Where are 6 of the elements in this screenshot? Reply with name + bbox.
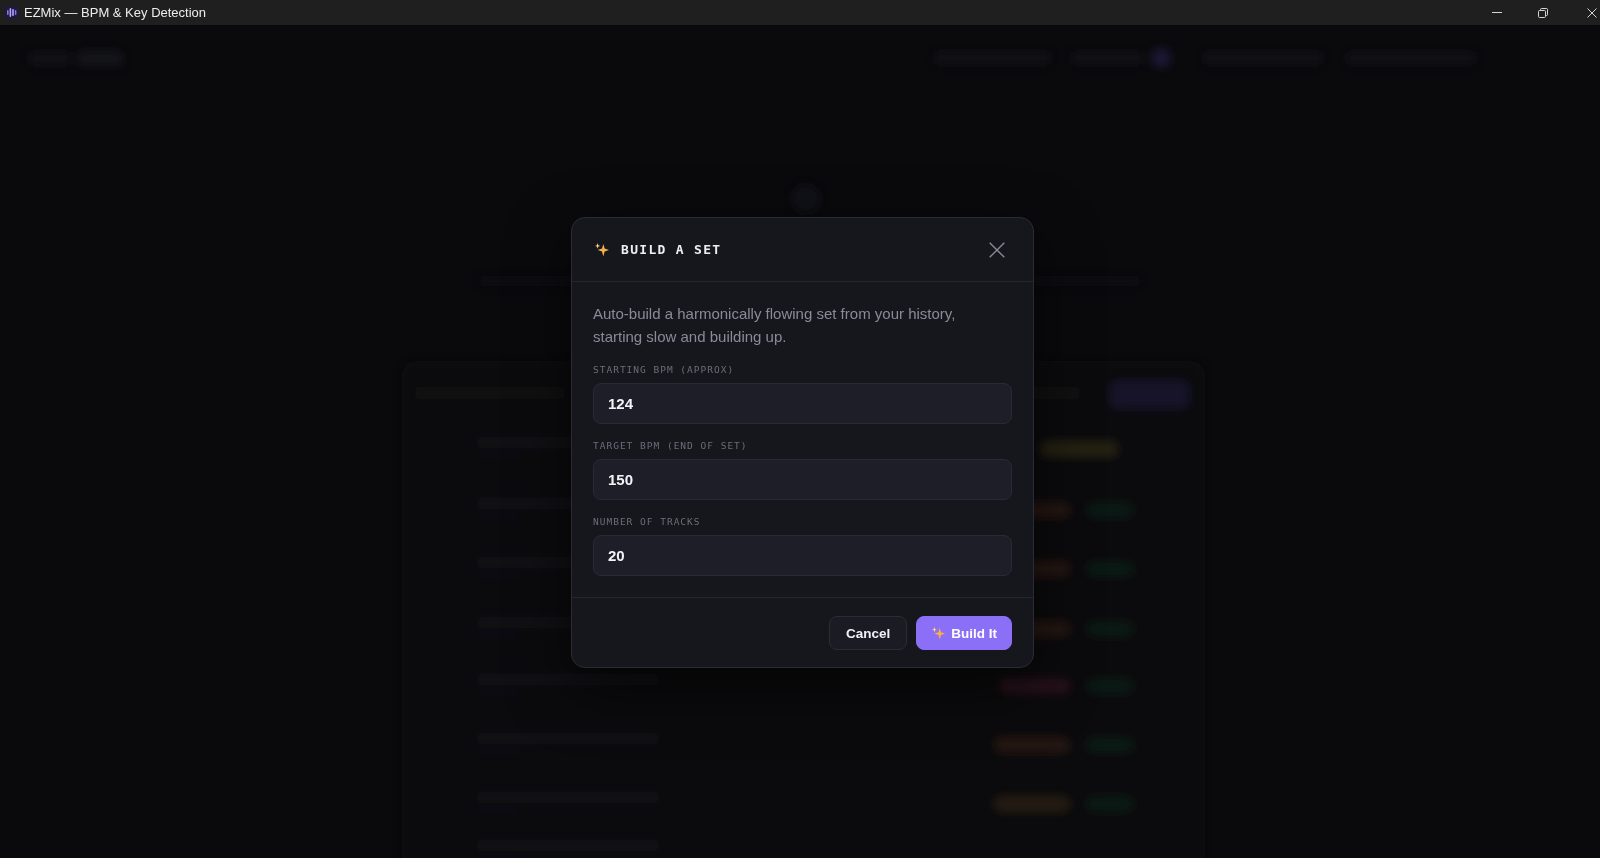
field-label: STARTING BPM (APPROX): [593, 363, 735, 377]
field-label: TARGET BPM (END OF SET): [593, 439, 748, 453]
dialog-description: Auto-build a harmonically flowing set from your history, starting slow and building up.: [593, 304, 957, 347]
field-label: NUMBER OF TRACKS: [593, 515, 701, 529]
window-title: EZMix — BPM & Key Detection: [24, 5, 207, 20]
dialog-title: BUILD A SET: [621, 242, 722, 257]
